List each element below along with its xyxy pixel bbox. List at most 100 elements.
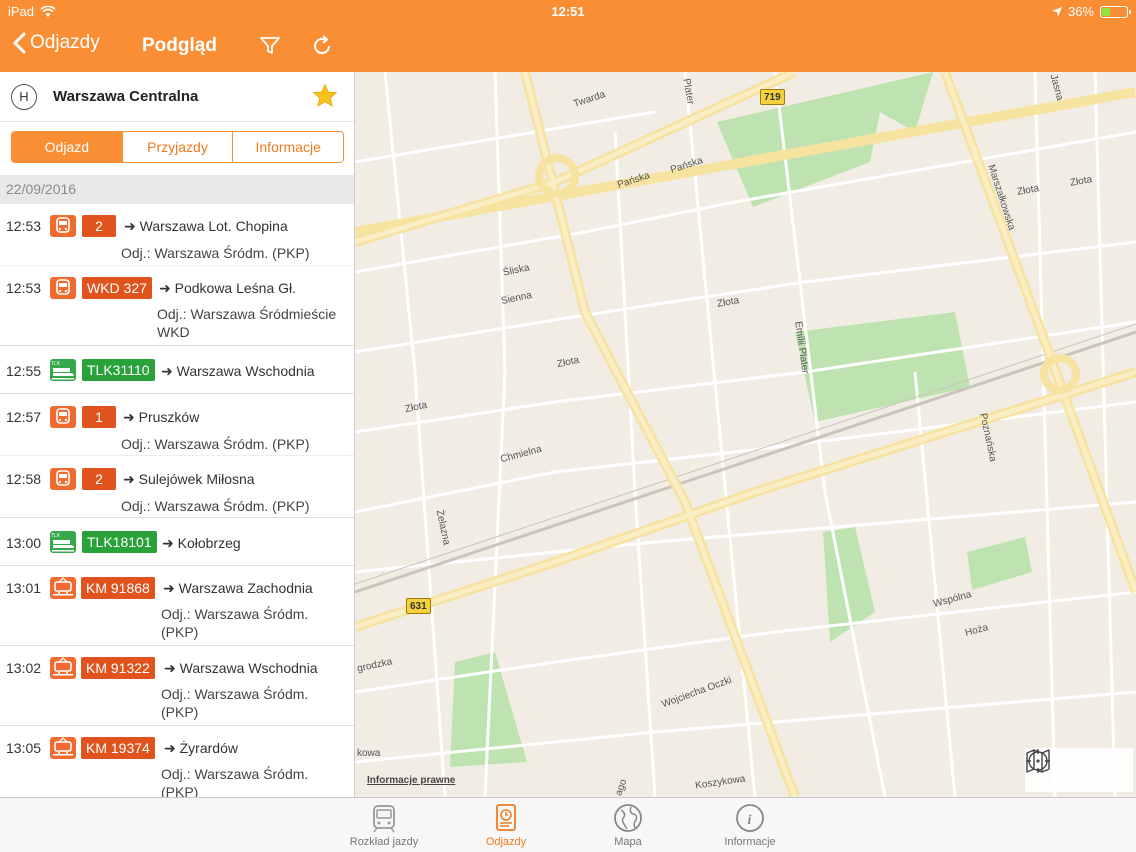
- line-badge: 2: [82, 215, 116, 237]
- back-button[interactable]: Odjazdy: [12, 32, 100, 54]
- tab-label: Odjazdy: [485, 836, 527, 848]
- table-row[interactable]: 13:05 KM 19374 ➜ Żyrardów Odj.: Warszawa…: [0, 726, 354, 797]
- status-time: 12:51: [551, 4, 585, 19]
- info-icon: i: [736, 804, 764, 832]
- table-row[interactable]: 12:53 WKD 327 ➜ Podkowa Leśna Gł. Odj.: …: [0, 266, 354, 346]
- departure-platform-info: Odj.: Warszawa Śródm. (PKP): [121, 245, 310, 261]
- departure-time: 12:53: [6, 280, 42, 296]
- refresh-icon: [314, 35, 331, 55]
- destination: ➜ Pruszków: [123, 409, 200, 425]
- park-area: [967, 537, 1032, 590]
- page-title: Podgląd: [142, 35, 217, 56]
- map-view[interactable]: Twarda Pańska Pańska Śliska Sienna Złota…: [355, 72, 1136, 797]
- location-arrow-icon: [1051, 6, 1062, 17]
- map-streets: [355, 72, 1136, 797]
- line-badge: TLK31110: [82, 359, 155, 381]
- table-row[interactable]: 12:57 1 ➜ Pruszków Odj.: Warszawa Śródm.…: [0, 394, 354, 456]
- table-row[interactable]: 13:00 TLK TLK18101 ➜ Kołobrzeg: [0, 518, 354, 566]
- tab-label: Rozkład jazdy: [349, 836, 419, 848]
- destination: ➜ Podkowa Leśna Gł.: [159, 280, 297, 296]
- line-badge: KM 91868: [81, 577, 155, 599]
- tab-mapa[interactable]: Mapa: [578, 798, 678, 852]
- station-header: H Warszawa Centralna: [0, 72, 354, 122]
- departure-time: 12:58: [6, 471, 42, 487]
- back-button-label: Odjazdy: [30, 32, 100, 53]
- destination: ➜ Warszawa Lot. Chopina: [124, 218, 288, 234]
- line-badge: WKD 327: [82, 277, 152, 299]
- table-row[interactable]: 13:02 KM 91322 ➜ Warszawa Wschodnia Odj.…: [0, 646, 354, 726]
- svg-text:i: i: [748, 813, 752, 828]
- departure-time: 13:05: [6, 740, 42, 756]
- tlk-train-icon: TLK: [50, 359, 76, 381]
- departures-list: 12:53 2 ➜ Warszawa Lot. Chopina Odj.: Wa…: [0, 204, 354, 797]
- tab-odjazd[interactable]: Odjazd: [12, 132, 122, 162]
- skm-train-icon: [50, 215, 76, 237]
- km-train-icon: [50, 737, 76, 759]
- clock-sheet-icon: [496, 804, 516, 831]
- route-shield: 631: [406, 598, 431, 614]
- destination: ➜ Sulejówek Miłosna: [123, 471, 255, 487]
- svg-text:TLK: TLK: [51, 361, 61, 367]
- departure-platform-info: Odj.: Warszawa Śródm. (PKP): [161, 606, 309, 640]
- navigation-bar: Odjazdy Podgląd: [0, 30, 1136, 64]
- line-badge: KM 19374: [81, 737, 155, 759]
- destination: ➜ Warszawa Zachodnia: [163, 580, 313, 596]
- km-train-icon: [50, 577, 76, 599]
- tab-label: Informacje: [724, 836, 776, 848]
- filter-button[interactable]: [256, 32, 284, 60]
- tab-informacje[interactable]: Informacje: [232, 132, 343, 162]
- destination: ➜ Warszawa Wschodnia: [164, 660, 318, 676]
- departure-time: 13:02: [6, 660, 42, 676]
- tab-rozklad-jazdy[interactable]: Rozkład jazdy: [334, 798, 434, 852]
- skm-train-icon: [50, 406, 76, 428]
- departure-platform-info: Odj.: Warszawa Śródm. (PKP): [161, 766, 309, 797]
- table-row[interactable]: 12:53 2 ➜ Warszawa Lot. Chopina Odj.: Wa…: [0, 204, 354, 266]
- tab-informacje[interactable]: i Informacje: [700, 798, 800, 852]
- departure-platform-info: Odj.: Warszawa Śródmieście WKD: [157, 306, 337, 340]
- departure-platform-info: Odj.: Warszawa Śródm. (PKP): [121, 436, 310, 452]
- departure-platform-info: Odj.: Warszawa Śródm. (PKP): [121, 498, 310, 514]
- street-label: kowa: [357, 748, 381, 759]
- tab-bar: Rozkład jazdy Odjazdy Mapa i Informacje: [0, 797, 1136, 852]
- top-bar: iPad 12:51 36% Odjazdy Podgląd: [0, 0, 1136, 72]
- map-controls: [1025, 748, 1133, 792]
- line-badge: 1: [82, 406, 116, 428]
- departure-time: 12:57: [6, 409, 42, 425]
- table-row[interactable]: 12:58 2 ➜ Sulejówek Miłosna Odj.: Warsza…: [0, 456, 354, 518]
- tab-label: Mapa: [614, 836, 642, 848]
- skm-train-icon: [50, 468, 76, 490]
- table-row[interactable]: 13:01 KM 91868 ➜ Warszawa Zachodnia Odj.…: [0, 566, 354, 646]
- park-area: [795, 312, 970, 422]
- tab-odjazdy[interactable]: Odjazdy: [456, 798, 556, 852]
- destination: ➜ Warszawa Wschodnia: [161, 363, 315, 379]
- map-type-button[interactable]: [1026, 748, 1133, 792]
- km-train-icon: [50, 657, 76, 679]
- departure-time: 12:53: [6, 218, 42, 234]
- legal-info-link[interactable]: Informacje prawne: [367, 775, 455, 786]
- table-row[interactable]: 12:55 TLK TLK31110 ➜ Warszawa Wschodnia: [0, 346, 354, 394]
- departures-panel: H Warszawa Centralna Odjazd Przyjazdy In…: [0, 72, 355, 797]
- line-badge: TLK18101: [82, 531, 157, 553]
- departure-time: 13:01: [6, 580, 42, 596]
- station-name: Warszawa Centralna: [53, 88, 199, 105]
- departure-time: 13:00: [6, 535, 42, 551]
- train-schedule-icon: [373, 805, 395, 833]
- departure-platform-info: Odj.: Warszawa Śródm. (PKP): [161, 686, 309, 720]
- favorite-star-icon[interactable]: [312, 83, 338, 109]
- tlk-train-icon: TLK: [50, 531, 76, 553]
- station-marker-icon: H: [11, 84, 37, 110]
- svg-text:TLK: TLK: [51, 533, 61, 539]
- date-header: 22/09/2016: [0, 175, 354, 204]
- skm-train-icon: [50, 277, 76, 299]
- chevron-left-icon: [13, 32, 26, 54]
- destination: ➜ Żyrardów: [164, 740, 238, 756]
- departure-time: 12:55: [6, 363, 42, 379]
- tab-przyjazdy[interactable]: Przyjazdy: [121, 132, 233, 162]
- destination: ➜ Kołobrzeg: [162, 535, 241, 551]
- line-badge: 2: [82, 468, 116, 490]
- filter-icon: [260, 37, 280, 54]
- globe-icon: [614, 804, 642, 832]
- segmented-control: Odjazd Przyjazdy Informacje: [11, 131, 344, 163]
- battery-percent: 36%: [1067, 4, 1094, 19]
- refresh-button[interactable]: [308, 32, 336, 60]
